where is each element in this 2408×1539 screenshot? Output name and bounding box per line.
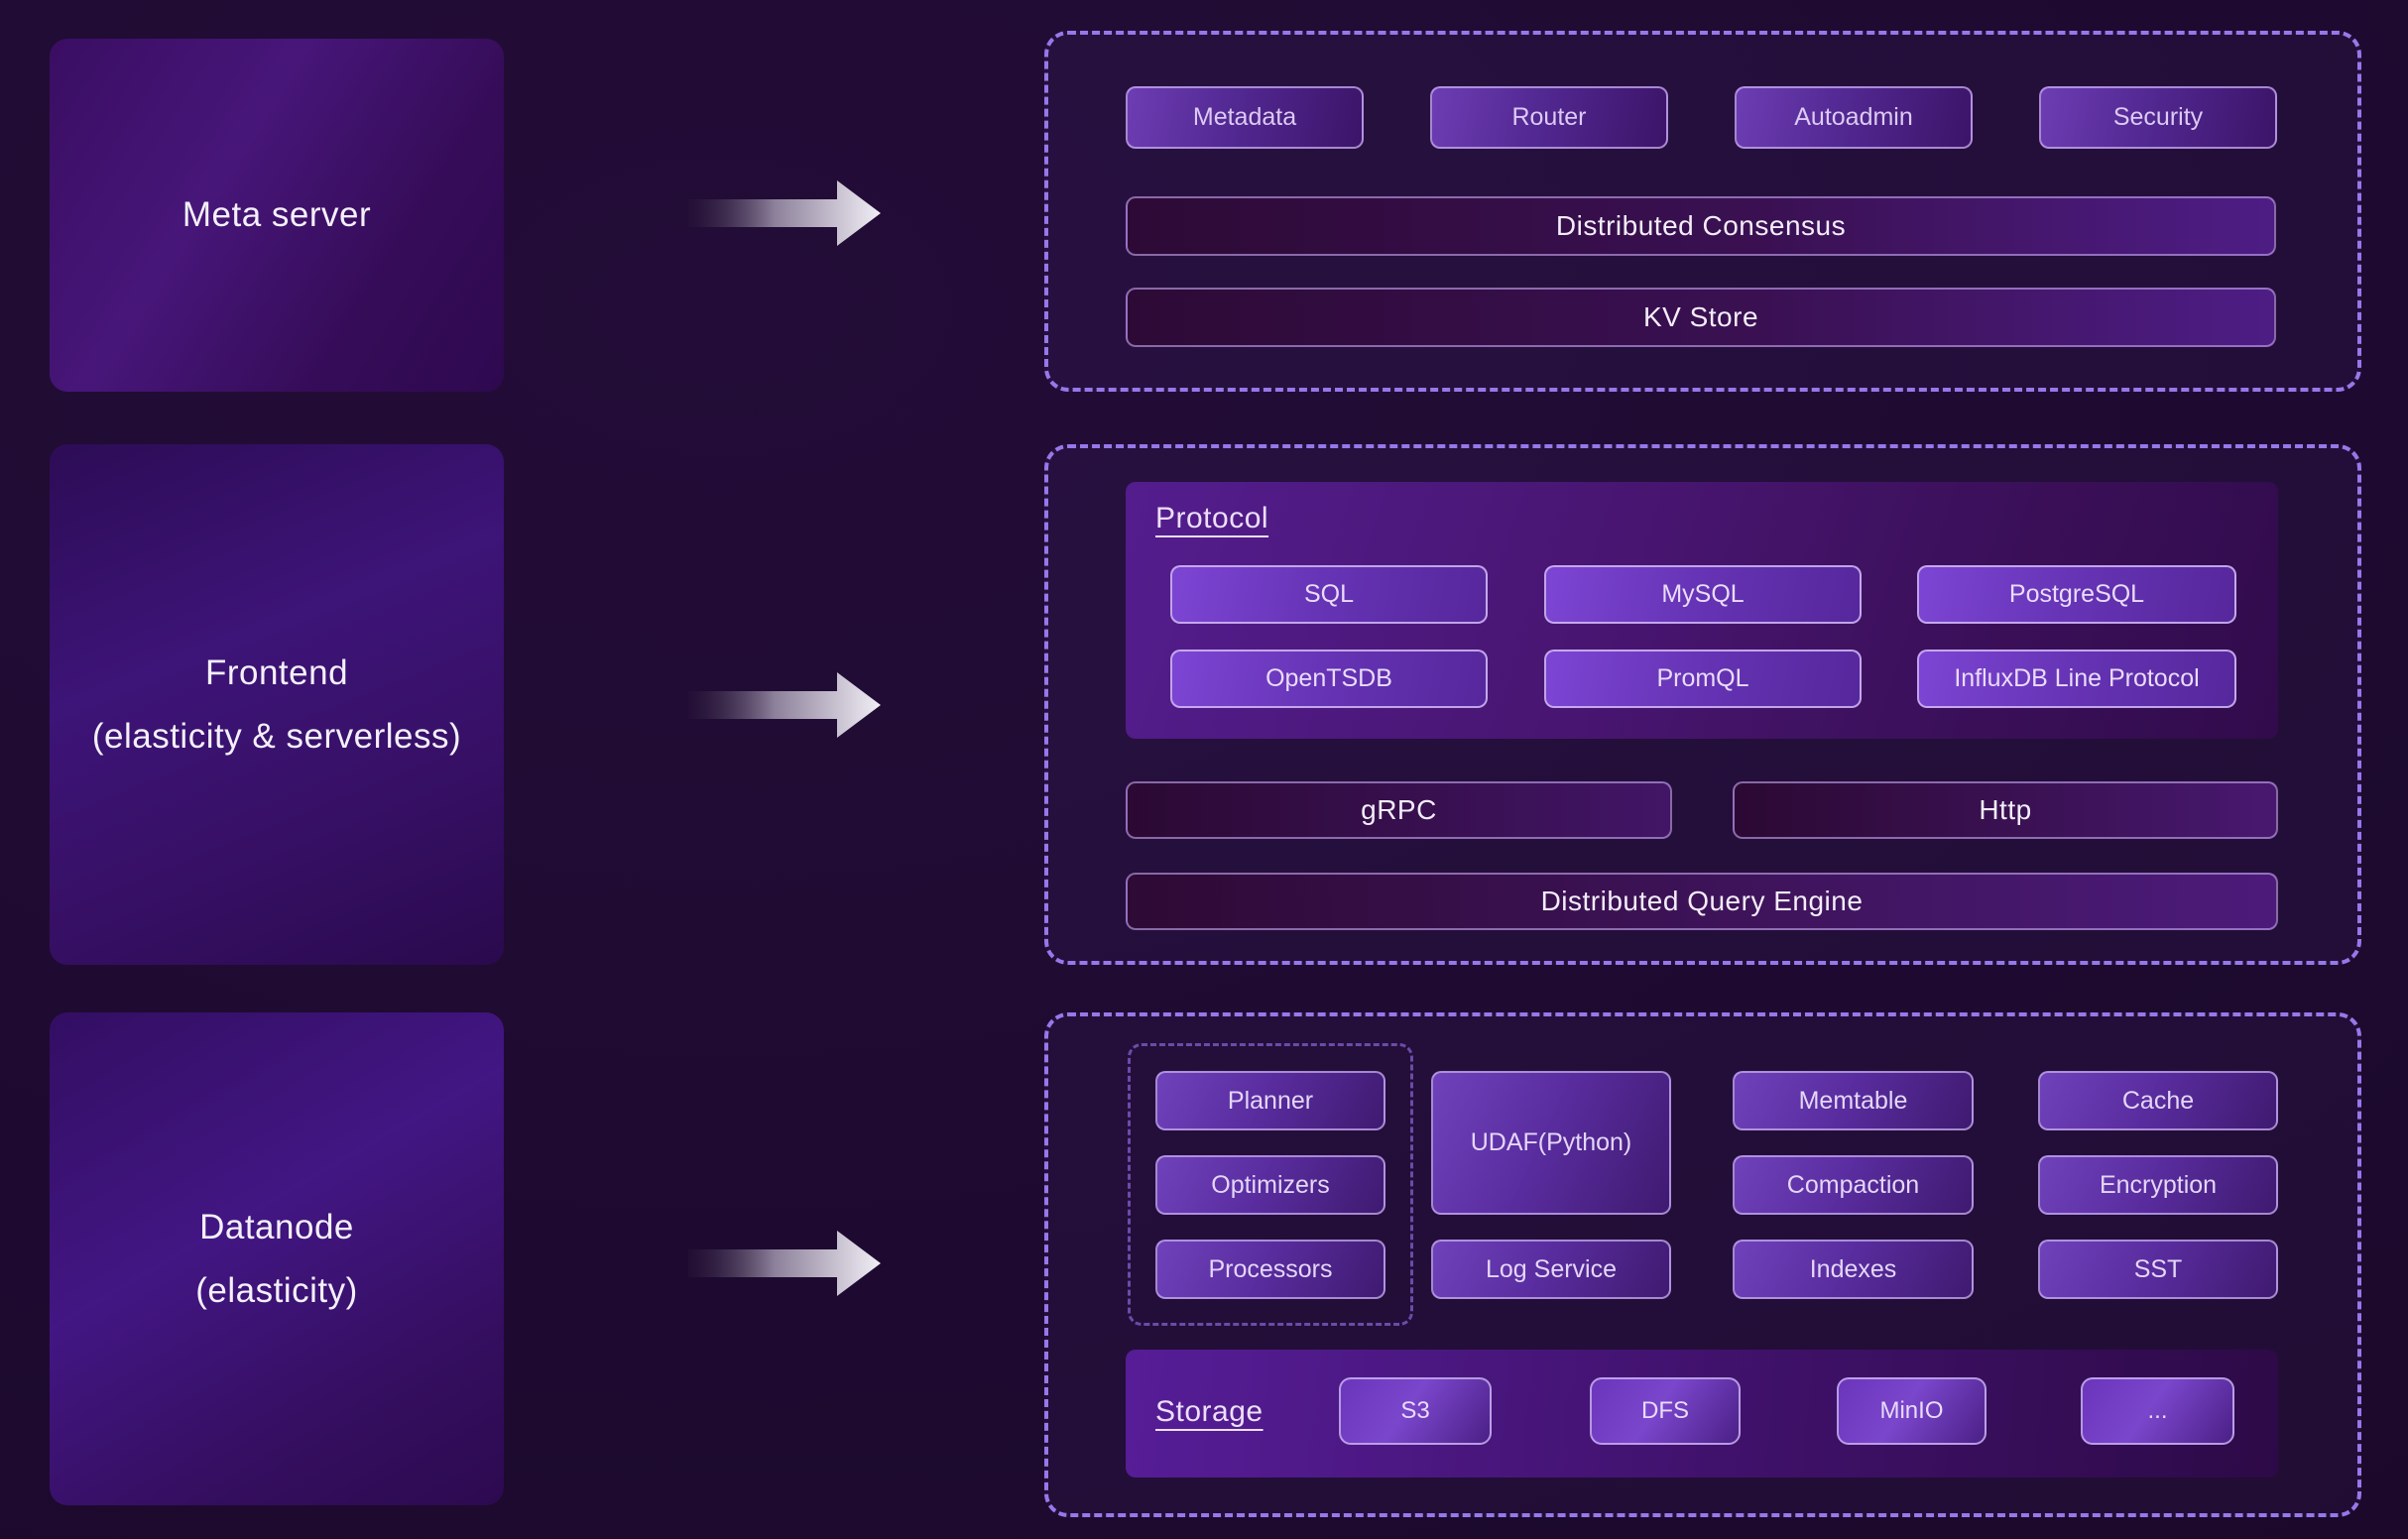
promql-chip: PromQL	[1544, 650, 1862, 708]
flow-arrow-frontend	[680, 660, 889, 750]
mysql-chip: MySQL	[1544, 565, 1862, 624]
grpc-bar: gRPC	[1126, 781, 1672, 839]
frontend-box: Frontend (elasticity & serverless)	[50, 444, 504, 965]
http-bar: Http	[1733, 781, 2278, 839]
autoadmin-chip: Autoadmin	[1735, 86, 1973, 149]
log-service-chip: Log Service	[1431, 1240, 1671, 1299]
kv-store-bar: KV Store	[1126, 288, 2276, 347]
optimizers-chip: Optimizers	[1155, 1155, 1385, 1215]
more-storage-chip: ...	[2081, 1377, 2234, 1445]
processors-chip: Processors	[1155, 1240, 1385, 1299]
protocol-panel: Protocol SQL MySQL PostgreSQL OpenTSDB P…	[1126, 482, 2278, 739]
frontend-label: Frontend	[205, 642, 348, 705]
flow-arrow-datanode	[680, 1219, 889, 1308]
cache-chip: Cache	[2038, 1071, 2278, 1130]
meta-components-container: Metadata Router Autoadmin Security Distr…	[1044, 31, 2361, 392]
metadata-chip: Metadata	[1126, 86, 1364, 149]
opentsdb-chip: OpenTSDB	[1170, 650, 1488, 708]
frontend-components-container: Protocol SQL MySQL PostgreSQL OpenTSDB P…	[1044, 444, 2361, 965]
minio-chip: MinIO	[1837, 1377, 1987, 1445]
distributed-query-engine-bar: Distributed Query Engine	[1126, 873, 2278, 930]
datanode-sublabel: (elasticity)	[195, 1259, 358, 1323]
s3-chip: S3	[1339, 1377, 1492, 1445]
architecture-diagram: Meta server Frontend (elasticity & serve…	[0, 0, 2408, 1539]
protocol-heading: Protocol	[1155, 502, 1268, 535]
storage-panel: Storage S3 DFS MinIO ...	[1126, 1350, 2278, 1478]
dfs-chip: DFS	[1590, 1377, 1741, 1445]
influxdb-line-protocol-chip: InfluxDB Line Protocol	[1917, 650, 2236, 708]
router-chip: Router	[1430, 86, 1668, 149]
planner-chip: Planner	[1155, 1071, 1385, 1130]
meta-server-box: Meta server	[50, 39, 504, 392]
indexes-chip: Indexes	[1733, 1240, 1974, 1299]
postgresql-chip: PostgreSQL	[1917, 565, 2236, 624]
memtable-chip: Memtable	[1733, 1071, 1974, 1130]
encryption-chip: Encryption	[2038, 1155, 2278, 1215]
meta-chip-row: Metadata Router Autoadmin Security	[1126, 86, 2277, 149]
security-chip: Security	[2039, 86, 2277, 149]
datanode-label: Datanode	[199, 1196, 354, 1259]
meta-server-label: Meta server	[182, 183, 371, 247]
datanode-box: Datanode (elasticity)	[50, 1012, 504, 1505]
udaf-python-chip: UDAF(Python)	[1431, 1071, 1671, 1215]
distributed-consensus-bar: Distributed Consensus	[1126, 196, 2276, 256]
frontend-sublabel: (elasticity & serverless)	[92, 705, 461, 769]
storage-heading: Storage	[1155, 1395, 1264, 1429]
sql-chip: SQL	[1170, 565, 1488, 624]
datanode-components-container: Planner Optimizers Processors UDAF(Pytho…	[1044, 1012, 2361, 1517]
sst-chip: SST	[2038, 1240, 2278, 1299]
compaction-chip: Compaction	[1733, 1155, 1974, 1215]
flow-arrow-meta	[680, 169, 889, 258]
